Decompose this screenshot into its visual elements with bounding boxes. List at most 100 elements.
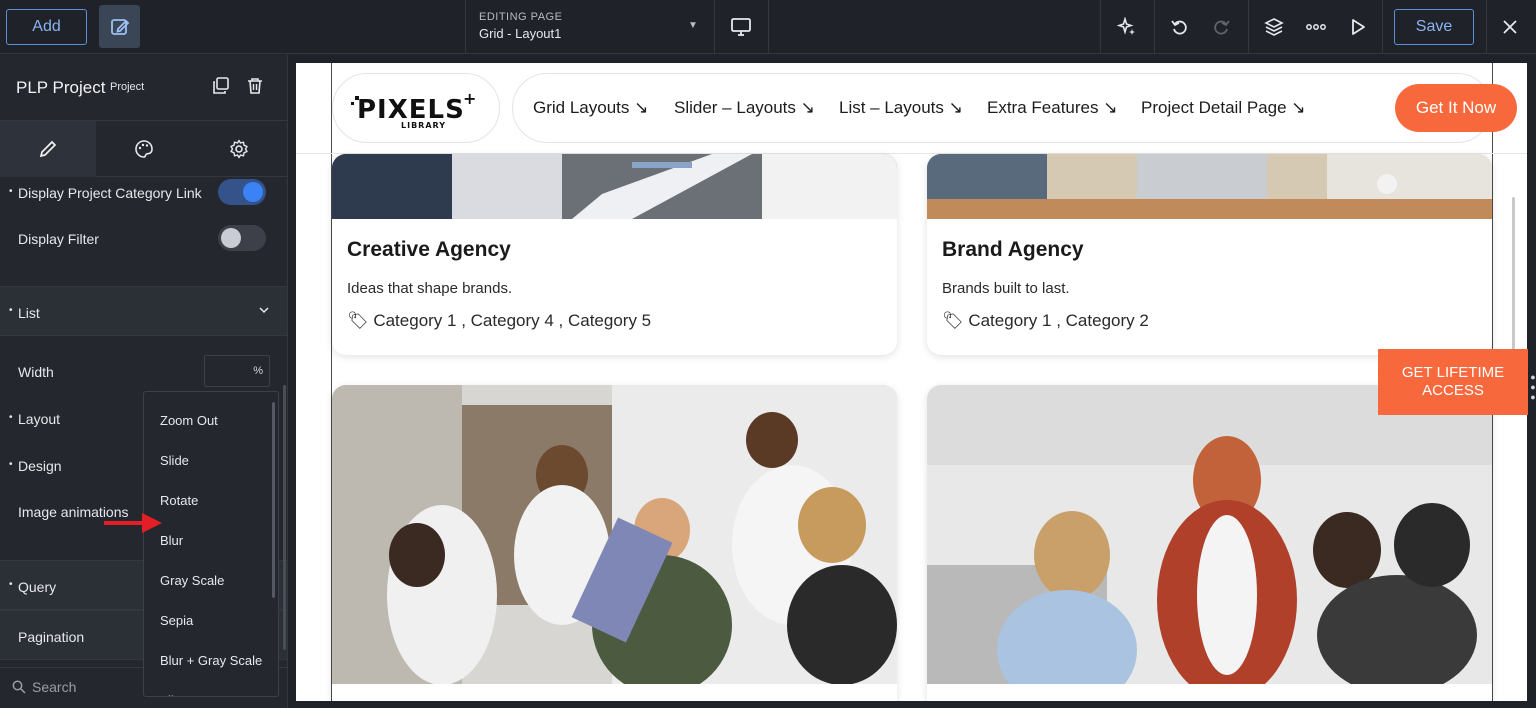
page-selector[interactable]: EDITING PAGE Grid - Layout1	[479, 11, 562, 41]
toggle-knob	[243, 182, 263, 202]
chevron-down-icon[interactable]: ▼	[688, 20, 698, 31]
responsive-dot: •	[9, 186, 13, 197]
card-title: Creative Agency	[347, 238, 511, 261]
get-it-now-button[interactable]: Get It Now	[1395, 84, 1517, 132]
layout-label: Layout	[18, 411, 61, 427]
dropdown-option-zoom-out[interactable]: Zoom Out	[144, 400, 278, 440]
search-input[interactable]: Search	[32, 679, 76, 695]
nav-list-layouts[interactable]: List – Layouts ↘	[839, 98, 963, 118]
topbar-divider	[1486, 0, 1487, 54]
pencil-icon	[39, 140, 57, 158]
display-filter-toggle[interactable]	[218, 225, 266, 251]
nav-project-detail[interactable]: Project Detail Page ↘	[1141, 98, 1306, 118]
tag-icon: 🏷	[347, 311, 369, 330]
lifetime-line-2: ACCESS	[1422, 382, 1484, 399]
display-category-link-toggle[interactable]	[218, 179, 266, 205]
card-categories: 🏷 Category 1 , Category 4 , Category 5	[347, 311, 651, 331]
nav-slider-layouts[interactable]: Slider – Layouts ↘	[674, 98, 815, 118]
card-description: Ideas that shape brands.	[347, 280, 513, 297]
play-preview-icon[interactable]	[1345, 14, 1371, 40]
topbar-divider	[1154, 0, 1155, 54]
topbar-divider	[714, 0, 715, 54]
ai-sparkle-icon[interactable]	[1114, 14, 1140, 40]
card-image	[332, 385, 897, 684]
redo-icon[interactable]	[1208, 14, 1234, 40]
editor-topbar: Add EDITING PAGE Grid - Layout1 ▼ Save	[0, 0, 1536, 54]
responsive-dot: •	[9, 412, 13, 423]
dropdown-option-flip[interactable]: Flip H...	[144, 680, 278, 697]
panel-header: PLP Project Project	[0, 55, 287, 121]
topbar-divider	[465, 0, 466, 54]
get-lifetime-access-button[interactable]: GET LIFETIME ACCESS	[1378, 349, 1528, 415]
card-title: Brand Agency	[942, 238, 1084, 261]
nav-extra-features[interactable]: Extra Features ↘	[987, 98, 1117, 118]
desktop-icon[interactable]	[728, 14, 754, 40]
topbar-divider	[1100, 0, 1101, 54]
width-label: Width	[18, 364, 54, 380]
panel-tabs	[0, 121, 287, 177]
dropdown-option-sepia[interactable]: Sepia	[144, 600, 278, 640]
topbar-divider	[1382, 0, 1383, 54]
card-category-links[interactable]: Category 1 , Category 2	[968, 311, 1148, 330]
dropdown-scrollbar[interactable]	[272, 402, 275, 598]
editing-page-label: EDITING PAGE	[479, 11, 563, 23]
dropdown-option-blur-gray-scale[interactable]: Blur + Gray Scale	[144, 640, 278, 680]
design-label: Design	[18, 458, 62, 474]
gear-icon	[230, 139, 248, 159]
responsive-dot: •	[9, 579, 13, 590]
card-image	[927, 385, 1492, 684]
tab-style[interactable]	[96, 121, 192, 177]
tab-content[interactable]	[0, 121, 96, 177]
nav-grid-layouts[interactable]: Grid Layouts ↘	[533, 98, 648, 118]
section-list[interactable]: • List	[0, 286, 287, 336]
site-nav-menu: Grid Layouts ↘ Slider – Layouts ↘ List –…	[512, 73, 1492, 143]
copy-icon[interactable]	[212, 77, 230, 100]
drag-handle-icon[interactable]: ●●●	[1528, 372, 1536, 402]
toggle-knob	[221, 228, 241, 248]
topbar-divider	[1248, 0, 1249, 54]
card-image	[332, 154, 897, 219]
dropdown-option-blur[interactable]: Blur	[144, 520, 278, 560]
close-icon[interactable]	[1497, 14, 1523, 40]
project-card[interactable]	[927, 385, 1492, 701]
display-filter-label: Display Filter	[18, 231, 99, 247]
tab-advanced[interactable]	[191, 121, 287, 177]
section-pagination-label: Pagination	[18, 629, 85, 645]
tag-icon: 🏷	[942, 311, 964, 330]
editing-page-value: Grid - Layout1	[479, 26, 562, 41]
width-input[interactable]: %	[204, 355, 270, 387]
edit-mode-button[interactable]	[99, 5, 140, 48]
page-preview: PIXELS LIBRARY + Grid Layouts ↘ Slider –…	[296, 63, 1527, 701]
save-button[interactable]: Save	[1394, 9, 1474, 45]
search-icon	[12, 680, 26, 697]
panel-scrollbar[interactable]	[283, 385, 286, 650]
add-button[interactable]: Add	[6, 9, 87, 45]
logo-tagline: LIBRARY	[401, 121, 446, 130]
responsive-dot: •	[9, 305, 13, 316]
editor-canvas: PIXELS LIBRARY + Grid Layouts ↘ Slider –…	[288, 55, 1536, 708]
card-description: Brands built to last.	[942, 280, 1070, 297]
panel-title: PLP Project	[16, 78, 106, 97]
undo-icon[interactable]	[1167, 14, 1193, 40]
dropdown-option-rotate[interactable]: Rotate	[144, 480, 278, 520]
section-query-label: Query	[18, 579, 57, 595]
svg-text:+: +	[463, 89, 476, 108]
panel-subtitle: Project	[110, 81, 145, 93]
project-card[interactable]	[332, 385, 897, 701]
more-options-icon[interactable]	[1303, 14, 1329, 40]
trash-icon[interactable]	[246, 77, 264, 100]
page-scrollbar[interactable]	[1512, 197, 1515, 367]
dropdown-option-gray-scale[interactable]: Gray Scale	[144, 560, 278, 600]
section-list-label: List	[18, 305, 40, 321]
card-category-links[interactable]: Category 1 , Category 4 , Category 5	[373, 311, 651, 330]
site-logo[interactable]: PIXELS LIBRARY +	[332, 73, 500, 143]
layers-icon[interactable]	[1261, 14, 1287, 40]
red-arrow-annotation	[104, 510, 164, 541]
card-categories: 🏷 Category 1 , Category 2	[942, 311, 1149, 331]
chevron-down-icon	[258, 303, 270, 319]
display-category-link-label: Display Project Category Link	[18, 185, 202, 201]
project-card[interactable]: Creative Agency Ideas that shape brands.…	[332, 154, 897, 355]
dropdown-option-slide[interactable]: Slide	[144, 440, 278, 480]
palette-icon	[134, 140, 153, 158]
project-card[interactable]: Brand Agency Brands built to last. 🏷 Cat…	[927, 154, 1492, 355]
